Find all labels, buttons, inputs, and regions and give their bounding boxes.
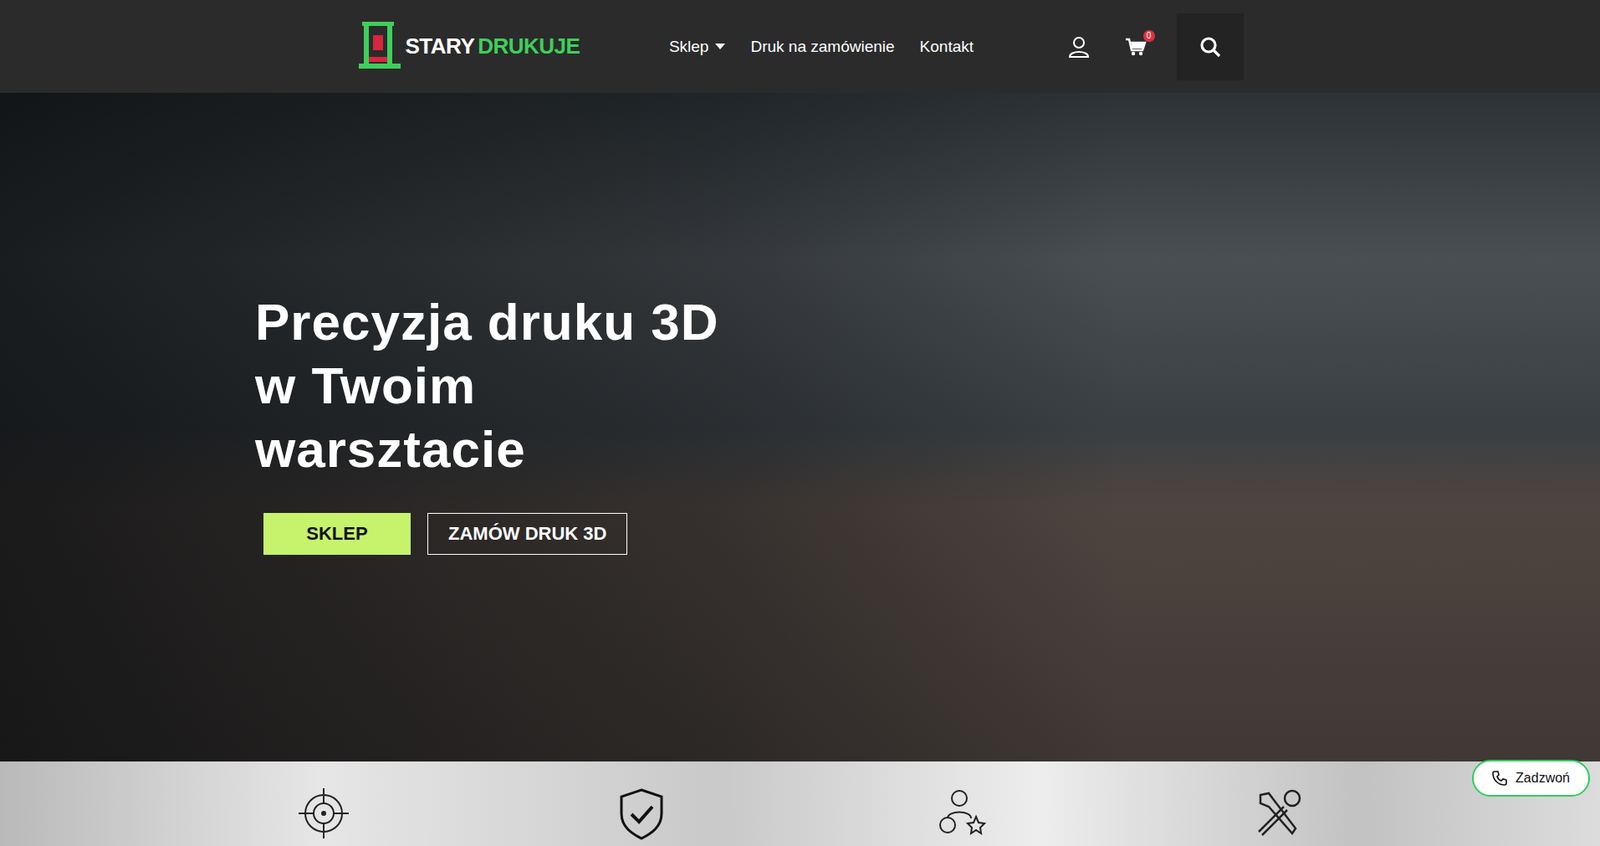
hero-button[interactable]: ZAMÓW DRUK 3D [427,512,628,555]
tools-icon [1250,786,1304,840]
cart-icon [1124,36,1147,57]
shield-check-icon [614,786,669,840]
features-strip [0,761,1600,846]
logo[interactable]: STARYDRUKUJE [357,20,581,74]
printer-logo-icon [357,20,403,74]
hero-title: Precyzja druku 3Dw Twoimwarsztacie [255,290,1600,481]
search-button[interactable] [1176,13,1244,81]
nav-item[interactable]: Sklep [669,37,726,57]
cart-button[interactable]: 0 [1119,31,1152,62]
search-icon [1199,35,1222,58]
nav-item[interactable]: Kontakt [920,37,974,57]
hero: Precyzja druku 3Dw Twoimwarsztacie SKLEP Z… [0,92,1600,762]
target-icon [296,786,351,840]
account-button[interactable] [1063,30,1095,63]
main-nav: Sklep Druk na zamówienie Kontakt [669,37,974,57]
hero-button[interactable]: SKLEP [263,512,411,555]
quality-award-icon [932,786,987,840]
cart-count-badge: 0 [1143,30,1156,42]
header-actions: 0 [1063,13,1244,81]
call-button[interactable]: Zadzwoń [1472,759,1590,797]
nav-item[interactable]: Druk na zamówienie [750,37,895,57]
header: STARYDRUKUJE Sklep Druk na zamówienie Konta… [0,0,1600,93]
page: STARYDRUKUJE Sklep Druk na zamówienie Konta… [0,0,1600,846]
dropdown-caret-icon [715,43,726,51]
phone-icon [1492,770,1508,786]
hero-photo [0,92,1600,762]
user-icon [1068,35,1090,58]
